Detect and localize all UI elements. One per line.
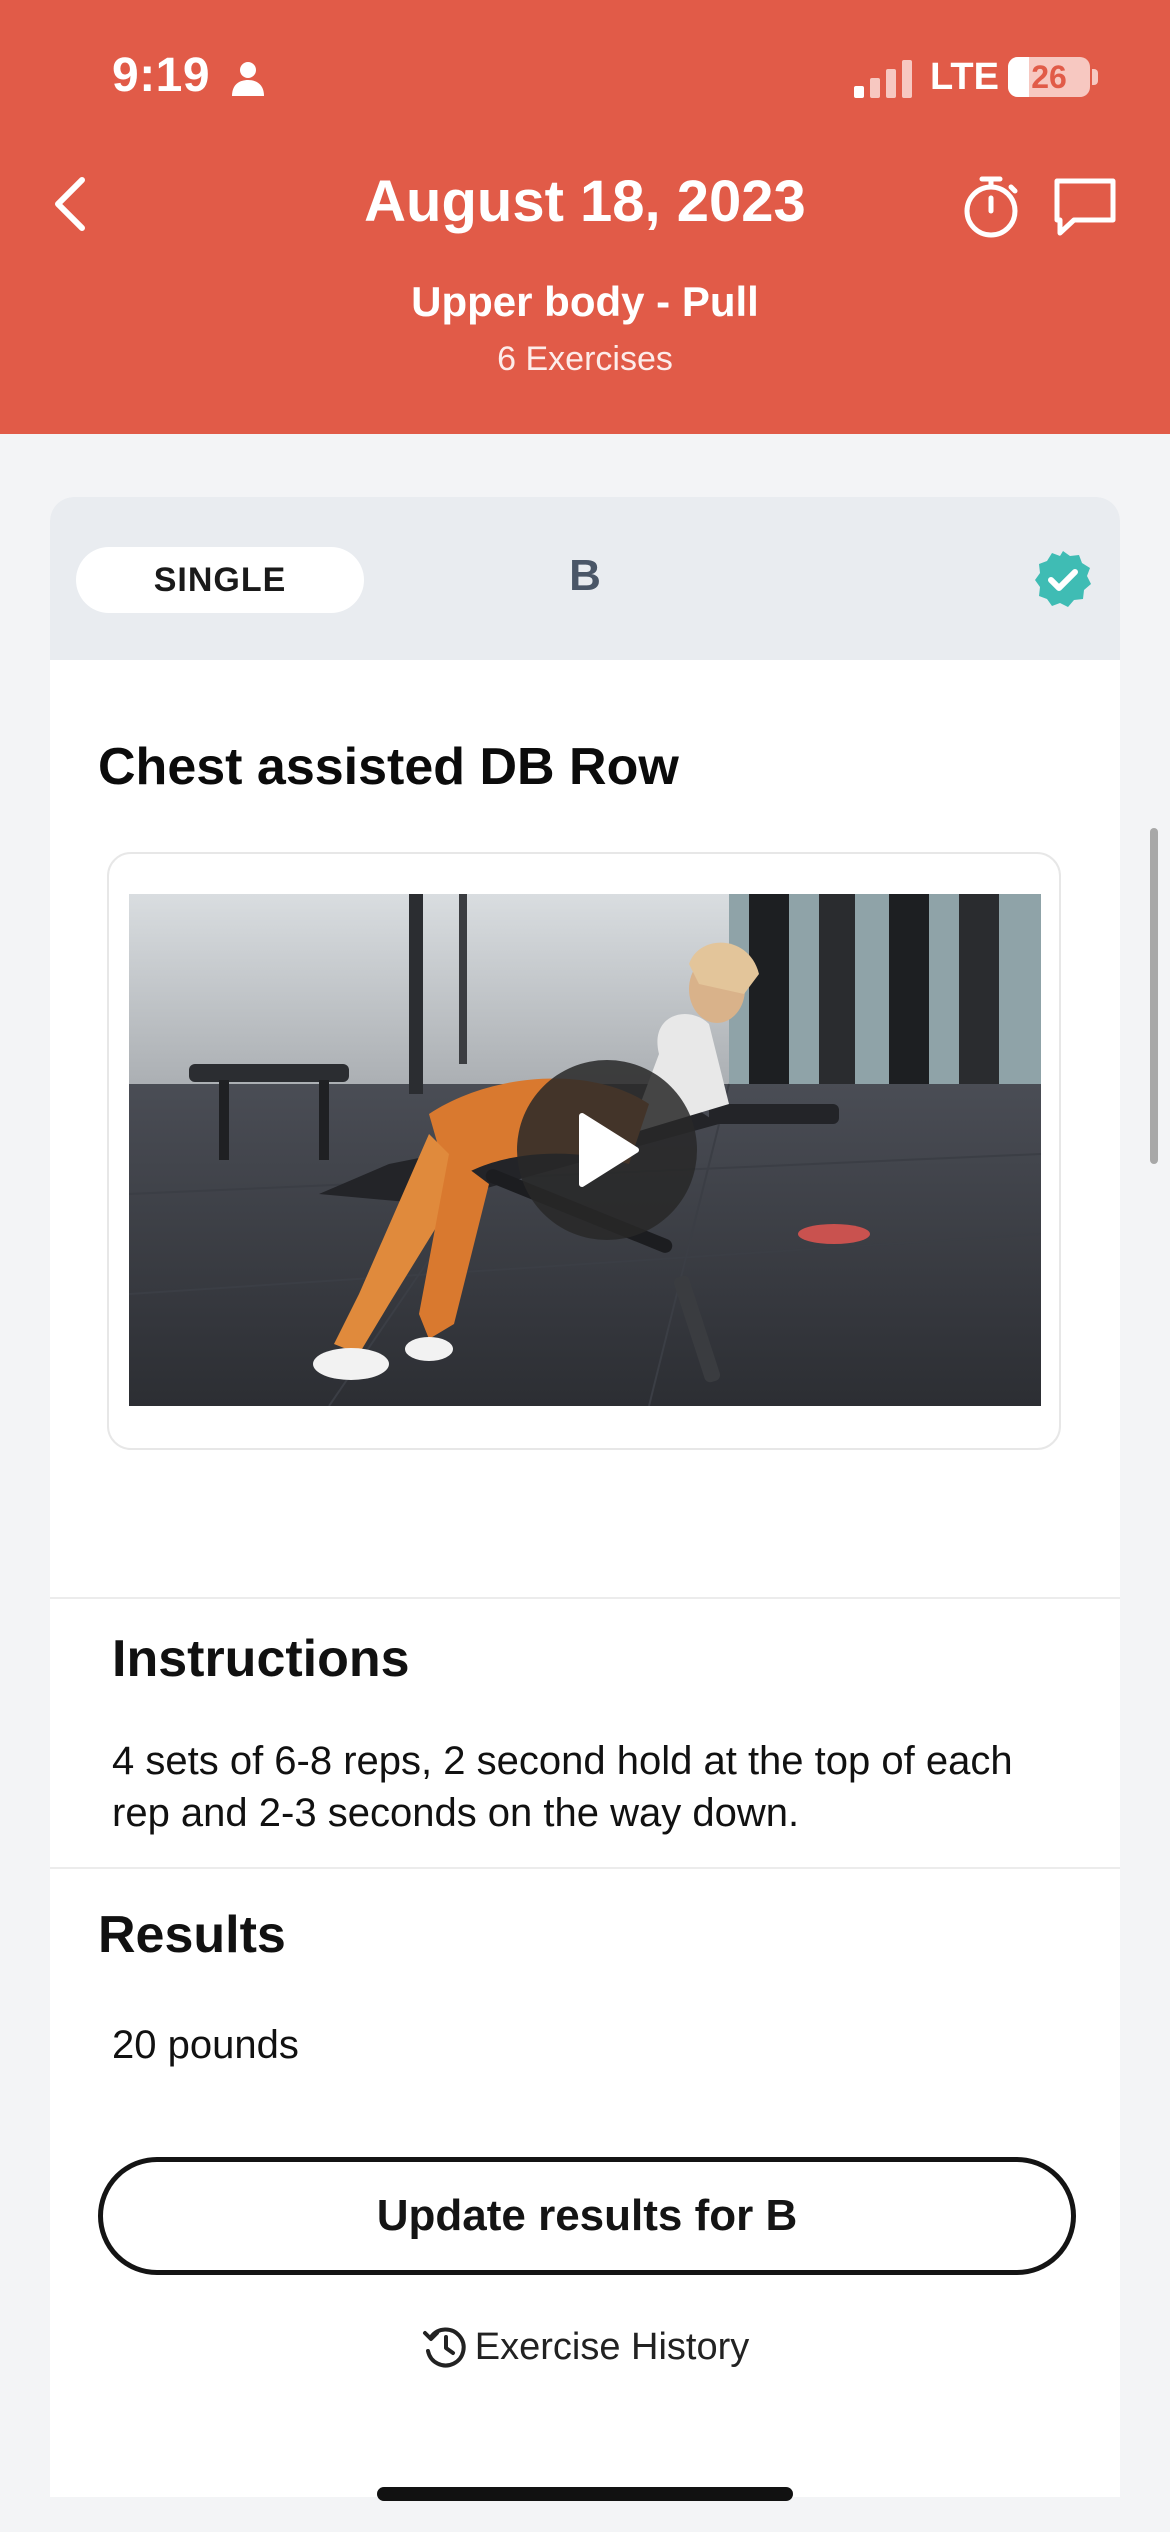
- status-bar: 9:19 LTE 26: [0, 0, 1170, 150]
- video-frame: [107, 852, 1061, 1450]
- instructions-heading: Instructions: [112, 1630, 410, 1688]
- results-value: 20 pounds: [112, 2023, 299, 2067]
- chat-icon[interactable]: [1052, 176, 1118, 238]
- section-divider: [50, 1867, 1120, 1869]
- network-label: LTE: [930, 56, 999, 98]
- battery-icon: 26: [1008, 57, 1090, 97]
- results-heading: Results: [98, 1906, 286, 1964]
- exercise-count: 6 Exercises: [497, 340, 673, 378]
- app-header: 9:19 LTE 26 August 18, 2023 Upper body -…: [0, 0, 1170, 434]
- scrollbar[interactable]: [1150, 828, 1158, 1164]
- update-results-button[interactable]: Update results for B: [98, 2157, 1076, 2275]
- exercise-history-label: Exercise History: [474, 2325, 750, 2368]
- exercise-history-link[interactable]: Exercise History: [50, 2323, 1120, 2371]
- home-indicator[interactable]: [377, 2487, 793, 2501]
- battery-tip: [1092, 69, 1098, 85]
- battery-level: 26: [1031, 58, 1067, 95]
- exercise-video-thumbnail[interactable]: [129, 894, 1041, 1406]
- battery-fill: [1008, 57, 1030, 97]
- exercise-group-label: B: [569, 551, 601, 600]
- exercise-name: Chest assisted DB Row: [98, 738, 679, 796]
- history-clock-icon: [422, 2327, 466, 2368]
- exercise-card: SINGLE B Chest assisted DB Row Instructi…: [50, 497, 1120, 2497]
- stopwatch-icon[interactable]: [958, 174, 1024, 240]
- cellular-signal-icon: [854, 60, 912, 98]
- completed-check-icon: [1035, 551, 1091, 607]
- status-time: 9:19: [112, 49, 211, 102]
- card-header: SINGLE B: [50, 497, 1120, 660]
- play-button[interactable]: [517, 1060, 697, 1240]
- workout-name: Upper body - Pull: [411, 278, 759, 325]
- person-icon: [232, 62, 264, 96]
- play-icon: [579, 1113, 639, 1187]
- section-divider: [50, 1597, 1120, 1599]
- instructions-text: 4 sets of 6-8 reps, 2 second hold at the…: [112, 1739, 1013, 1835]
